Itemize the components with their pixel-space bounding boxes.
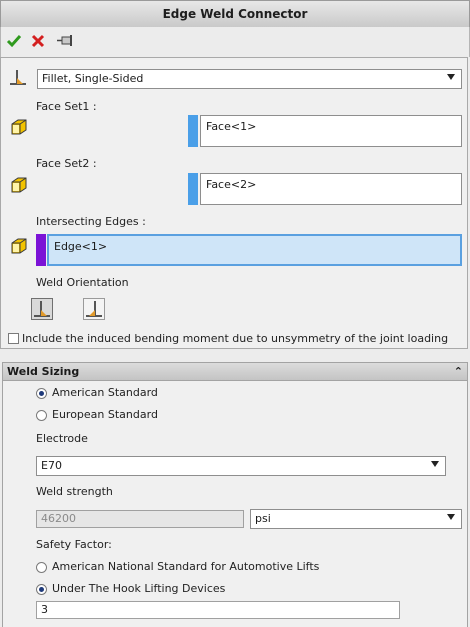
- strength-unit-value: psi: [255, 512, 271, 525]
- hook-lifting-radio[interactable]: [36, 584, 47, 595]
- ok-button[interactable]: [5, 32, 23, 50]
- automotive-lifts-label: American National Standard for Automotiv…: [52, 560, 320, 573]
- hook-lifting-label: Under The Hook Lifting Devices: [52, 582, 226, 595]
- face-cube-icon: [10, 118, 28, 136]
- bending-moment-checkbox[interactable]: [8, 333, 19, 344]
- electrode-value: E70: [41, 459, 62, 472]
- american-standard-radio[interactable]: [36, 388, 47, 399]
- weld-strength-label: Weld strength: [36, 485, 113, 498]
- chevron-down-icon: [431, 461, 439, 467]
- automotive-lifts-radio[interactable]: [36, 562, 47, 573]
- face-set2-selection-box[interactable]: Face<2>: [200, 173, 462, 205]
- close-icon: [31, 34, 45, 48]
- weld-sizing-header[interactable]: Weld Sizing ⌃: [2, 362, 468, 381]
- safety-factor-label: Safety Factor:: [36, 538, 112, 551]
- face-set2-value: Face<2>: [206, 178, 257, 191]
- electrode-label: Electrode: [36, 432, 88, 445]
- face-set2-color-swatch: [188, 173, 198, 205]
- chevron-down-icon: [447, 74, 455, 80]
- intersecting-edges-value: Edge<1>: [54, 240, 108, 253]
- weld-orientation-1-icon: [34, 301, 50, 317]
- toolbar: [0, 27, 470, 57]
- european-standard-radio[interactable]: [36, 410, 47, 421]
- fillet-weld-icon: [8, 68, 28, 88]
- intersecting-edges-color-swatch: [36, 234, 46, 266]
- safety-factor-input[interactable]: 3: [36, 601, 400, 619]
- strength-unit-select[interactable]: psi: [250, 509, 462, 529]
- face-set1-color-swatch: [188, 115, 198, 147]
- chevron-down-icon: [447, 514, 455, 520]
- weld-type-select[interactable]: Fillet, Single-Sided: [37, 69, 462, 89]
- bending-moment-label: Include the induced bending moment due t…: [22, 332, 449, 345]
- intersecting-edges-selection-box[interactable]: Edge<1>: [47, 234, 462, 266]
- face-set2-label: Face Set2 :: [36, 157, 97, 170]
- weld-type-value: Fillet, Single-Sided: [42, 72, 144, 85]
- weld-orientation-label: Weld Orientation: [36, 276, 129, 289]
- electrode-select[interactable]: E70: [36, 456, 446, 476]
- weld-orientation-2-icon: [86, 301, 102, 317]
- face-set1-selection-box[interactable]: Face<1>: [200, 115, 462, 147]
- orientation-option-2-button[interactable]: [83, 298, 105, 320]
- face-cube-icon: [10, 176, 28, 194]
- checkmark-icon: [6, 35, 22, 48]
- cancel-button[interactable]: [29, 32, 47, 50]
- window-title: Edge Weld Connector: [0, 0, 470, 28]
- weld-sizing-title: Weld Sizing: [7, 365, 80, 378]
- orientation-option-1-button[interactable]: [31, 298, 53, 320]
- pin-button[interactable]: [55, 32, 77, 50]
- edge-cube-icon: [10, 237, 28, 255]
- pushpin-icon: [57, 35, 72, 46]
- collapse-chevrons-icon[interactable]: ⌃: [454, 363, 463, 380]
- face-set1-value: Face<1>: [206, 120, 257, 133]
- face-set1-label: Face Set1 :: [36, 100, 97, 113]
- intersecting-edges-label: Intersecting Edges :: [36, 215, 146, 228]
- american-standard-label: American Standard: [52, 386, 158, 399]
- european-standard-label: European Standard: [52, 408, 158, 421]
- weld-strength-input: 46200: [36, 510, 244, 528]
